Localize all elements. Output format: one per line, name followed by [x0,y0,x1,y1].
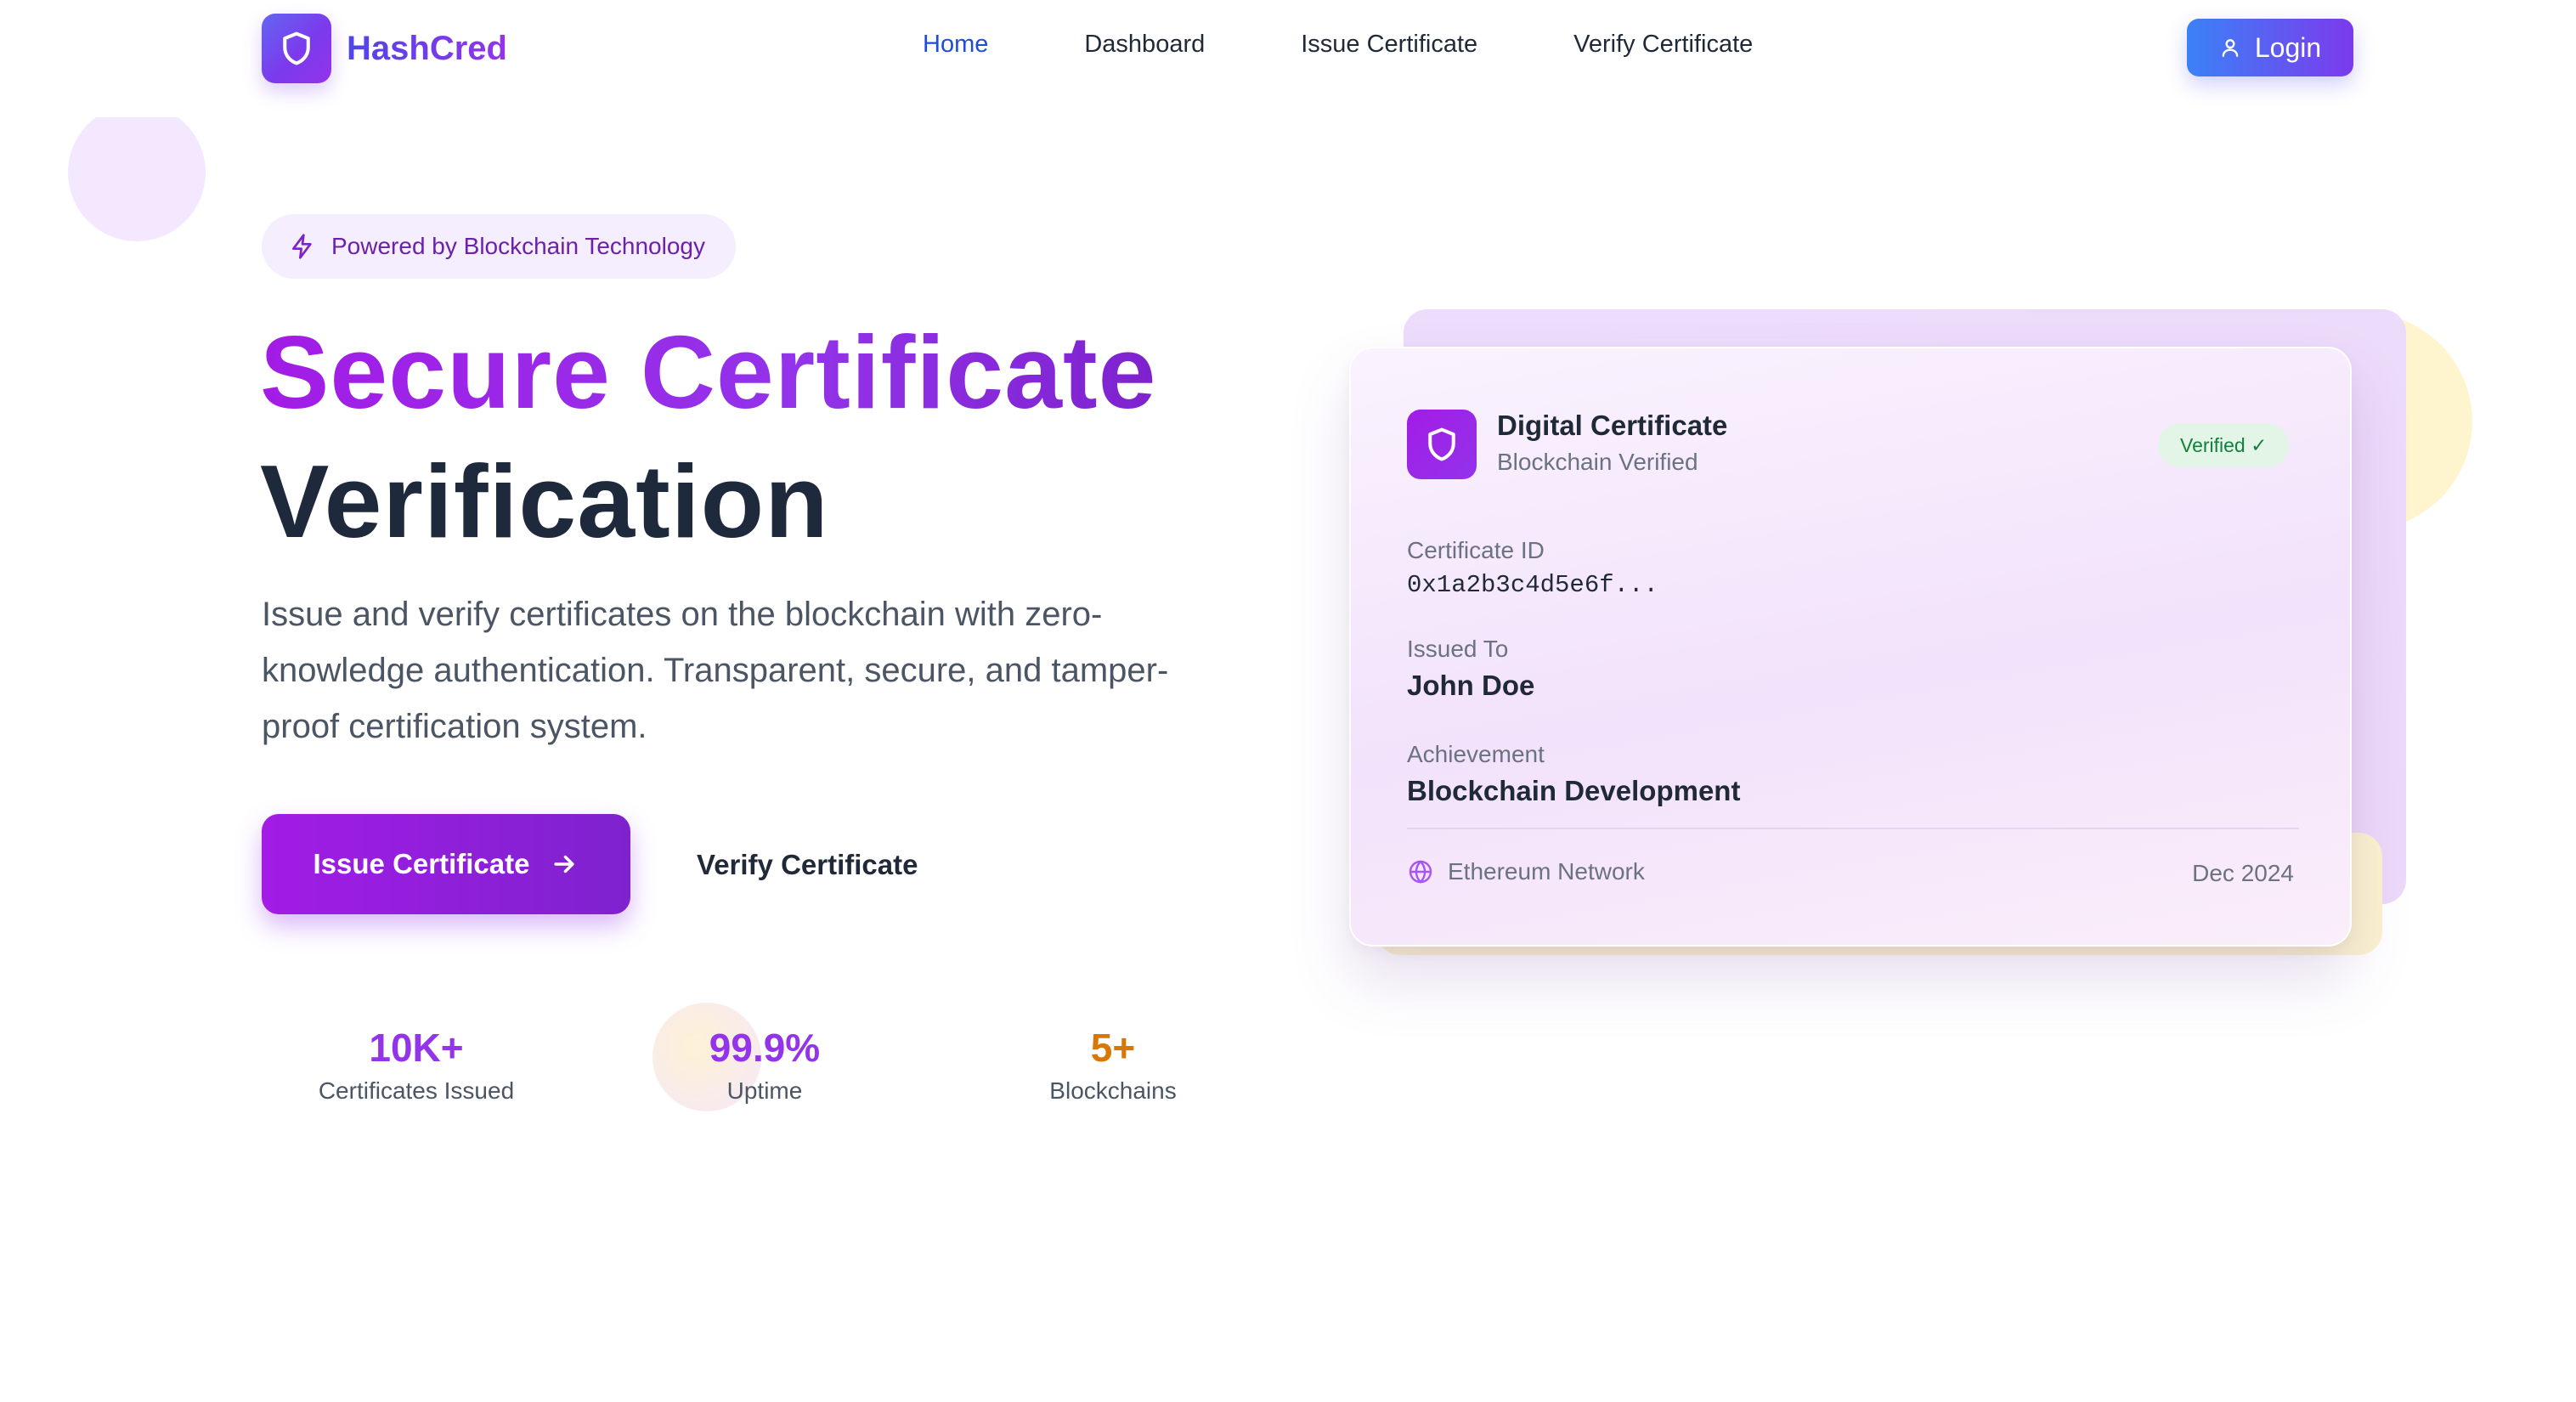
certificate-id-label: Certificate ID [1407,537,1545,563]
shield-icon [1407,410,1477,479]
hero-title-line2: Verification [260,444,829,559]
brand-name: HashCred [347,29,507,67]
certificate-subtitle: Blockchain Verified [1497,449,1698,475]
issued-to-value: John Doe [1407,670,1535,701]
login-label: Login [2254,31,2322,63]
stat-certificates-issued: 10K+ Certificates Issued [289,1025,544,1105]
nav-issue-certificate[interactable]: Issue Certificate [1301,31,1477,59]
issue-certificate-button[interactable]: Issue Certificate [262,814,630,914]
hero-badge: Powered by Blockchain Technology [262,214,736,279]
stat-value: 5+ [1090,1026,1136,1070]
shield-icon [262,14,331,83]
main-nav: Home Dashboard Issue Certificate Verify … [923,31,1849,59]
stat-uptime: 99.9% Uptime [637,1025,892,1105]
landing-page: HashCred Home Dashboard Issue Certificat… [0,0,2576,1402]
brand-logo[interactable]: HashCred [262,14,507,83]
status-badge: Verified ✓ [2158,423,2290,467]
achievement-label: Achievement [1407,741,1545,767]
issue-certificate-label: Issue Certificate [313,848,530,879]
stat-value: 99.9% [709,1026,821,1070]
login-button[interactable]: Login [2187,19,2353,76]
hero-description: Issue and verify certificates on the blo… [262,596,1169,745]
lightning-icon [289,233,316,260]
stat-value: 10K+ [369,1026,464,1070]
arrow-right-icon [550,850,579,879]
verify-certificate-button[interactable]: Verify Certificate [697,841,918,889]
stat-label: Blockchains [1049,1077,1177,1104]
achievement-value: Blockchain Development [1407,775,1741,806]
issued-to-label: Issued To [1407,636,1509,662]
top-navbar: HashCred Home Dashboard Issue Certificat… [0,0,2576,95]
globe-icon [1407,858,1434,885]
stat-blockchains: 5+ Blockchains [986,1025,1240,1105]
user-icon [2219,37,2241,59]
divider [1407,828,2299,829]
certificate-title: Digital Certificate [1497,410,1728,441]
decorative-blob [68,49,206,241]
stat-label: Certificates Issued [318,1077,515,1104]
nav-home[interactable]: Home [923,31,988,59]
nav-verify-certificate[interactable]: Verify Certificate [1573,31,1753,59]
stat-label: Uptime [726,1077,803,1104]
nav-dashboard[interactable]: Dashboard [1084,31,1205,59]
network-info: Ethereum Network [1407,858,1645,885]
hero-title-line1: Secure Certificate [260,314,1157,430]
certificate-date: Dec 2024 [2192,860,2294,886]
hero-badge-text: Powered by Blockchain Technology [331,233,705,259]
certificate-id-value: 0x1a2b3c4d5e6f... [1407,571,1658,599]
certificate-card: Digital Certificate Blockchain Verified … [1349,347,2352,947]
network-label: Ethereum Network [1448,858,1645,885]
